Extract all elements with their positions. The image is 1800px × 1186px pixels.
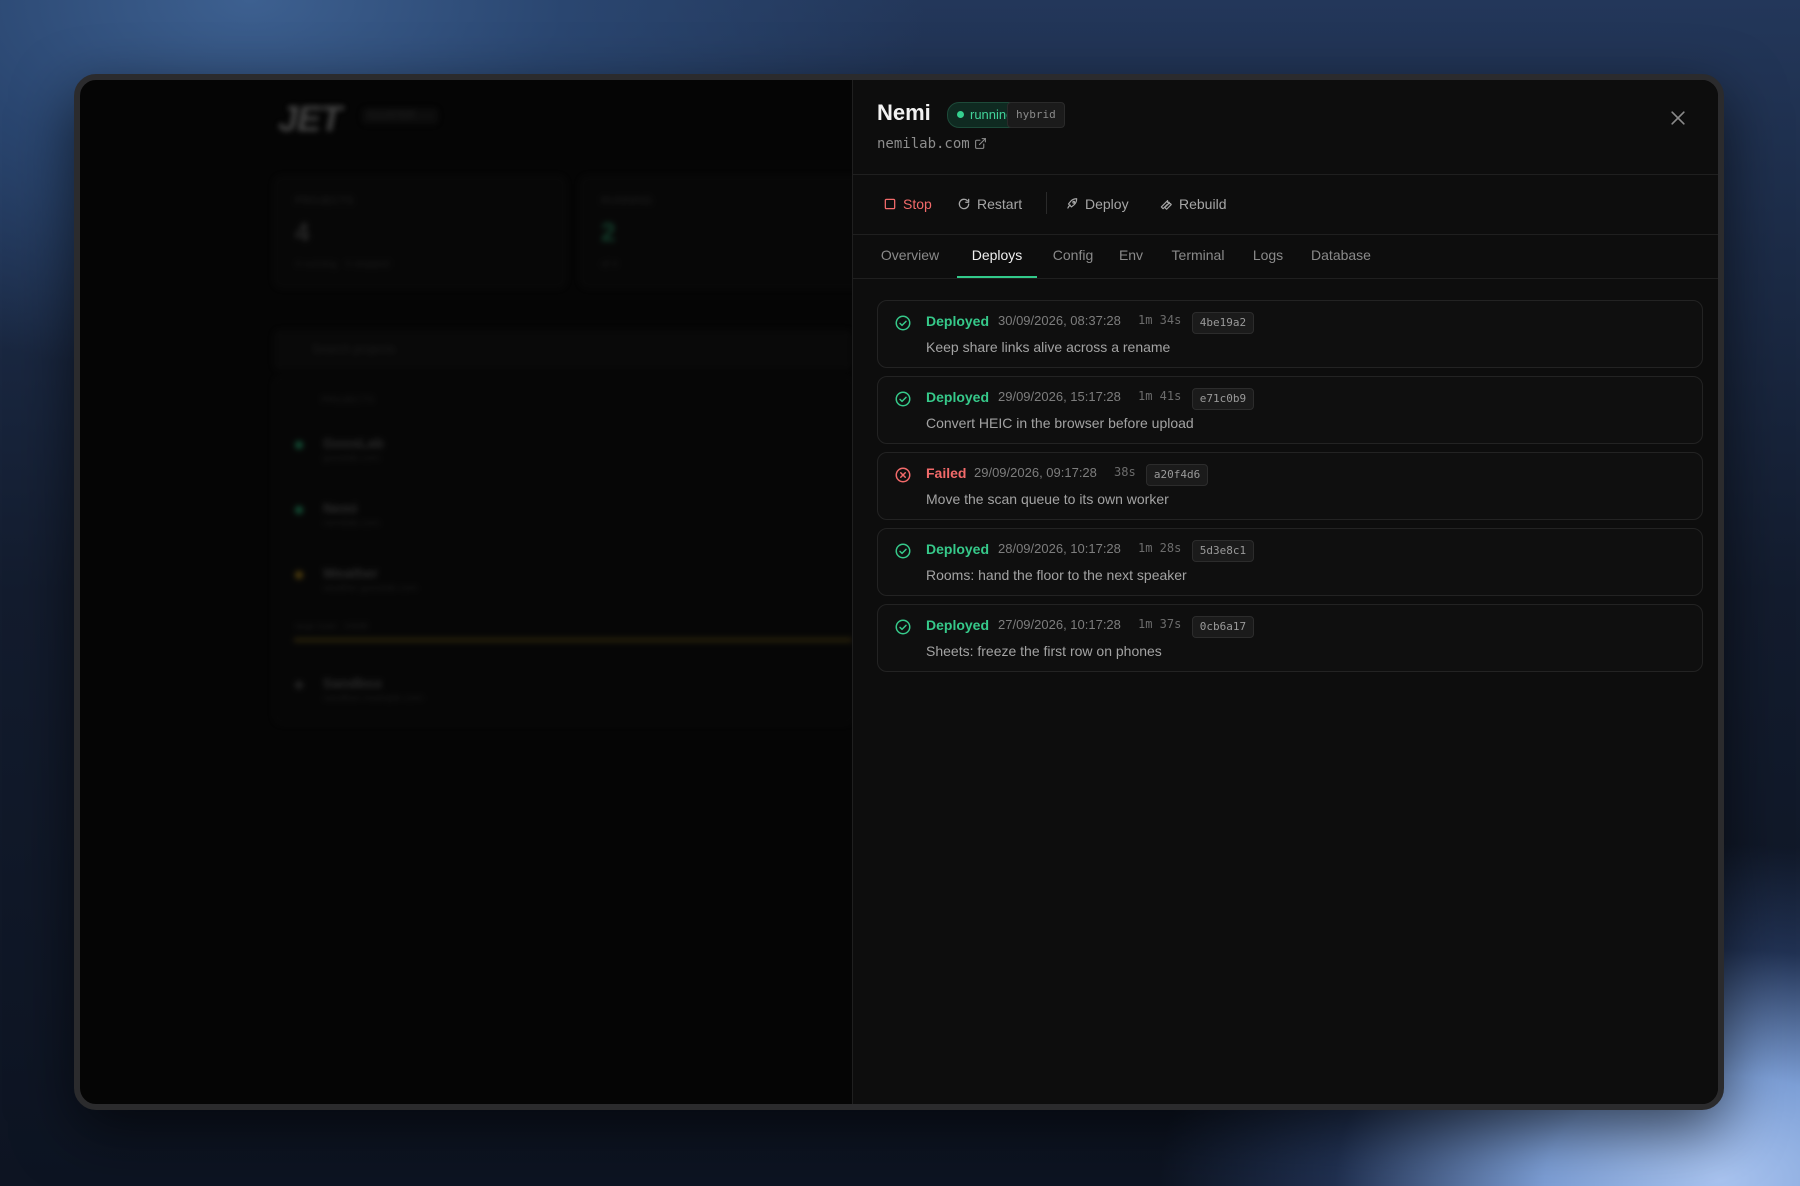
close-icon[interactable]	[1668, 108, 1688, 128]
action-divider	[1046, 192, 1047, 214]
check-circle-icon	[894, 390, 912, 413]
check-circle-icon	[894, 618, 912, 641]
stop-icon	[884, 198, 896, 210]
project-domain: gooslab.com	[323, 453, 380, 464]
commit-hash-badge: 0cb6a17	[1191, 616, 1255, 638]
stat-value: 2	[601, 217, 616, 247]
domain-text: nemilab.com	[877, 136, 970, 152]
tab-env[interactable]: Env	[1109, 234, 1153, 278]
project-name: Sandbox	[323, 675, 383, 691]
check-circle-icon	[894, 314, 912, 337]
tab-overview[interactable]: Overview	[867, 234, 953, 278]
deploy-status: Deployed	[926, 313, 990, 329]
tab-terminal[interactable]: Terminal	[1159, 234, 1237, 278]
project-domain-link[interactable]: nemilab.com	[877, 136, 987, 152]
deploy-row[interactable]: Deployed 29/09/2026, 15:17:28 1m 41s e71c0b…	[877, 376, 1703, 444]
build-progress-bar	[294, 638, 852, 642]
stop-label: Stop	[903, 196, 932, 212]
commit-message: Move the scan queue to its own worker	[926, 491, 1169, 507]
deploy-status: Deployed	[926, 389, 990, 405]
deploy-duration: 1m 34s	[1138, 313, 1182, 327]
deploy-timestamp: 30/09/2026, 08:37:28	[998, 313, 1121, 328]
status-dot	[957, 111, 964, 118]
progress-label: large build · 64MB	[295, 621, 369, 631]
mode-badge: hybrid	[1007, 102, 1065, 128]
deploy-row[interactable]: Deployed 27/09/2026, 10:17:28 1m 37s 0cb6a1…	[877, 604, 1703, 672]
status-dot	[295, 571, 303, 579]
tab-bar: Overview Deploys Config Env Terminal Log…	[853, 234, 1718, 279]
app-logo: JET	[278, 98, 342, 139]
status-dot	[295, 506, 303, 514]
deploy-label: Deploy	[1085, 196, 1129, 212]
commit-message: Rooms: hand the floor to the next speake…	[926, 567, 1187, 583]
deploy-timestamp: 28/09/2026, 10:17:28	[998, 541, 1121, 556]
list-header: PROJECTS	[321, 395, 375, 406]
deploy-status: Deployed	[926, 617, 990, 633]
deploy-duration: 1m 28s	[1138, 541, 1182, 555]
tab-database[interactable]: Database	[1299, 234, 1383, 278]
status-dot	[295, 441, 303, 449]
commit-message: Sheets: freeze the first row on phones	[926, 643, 1162, 659]
stat-card-projects: PROJECTS 4 4 running · 0 stopped	[274, 176, 566, 288]
project-search: Search projects	[274, 330, 852, 370]
deploy-duration: 38s	[1114, 465, 1136, 479]
external-link-icon	[974, 138, 986, 149]
cluster-chip: CLUSTER	[362, 108, 438, 124]
stat-label: PROJECTS	[295, 195, 354, 207]
rocket-icon	[1067, 198, 1078, 209]
deploy-row[interactable]: Failed 29/09/2026, 09:17:28 38s a20f4d6 Move…	[877, 452, 1703, 520]
rebuild-label: Rebuild	[1179, 196, 1227, 212]
commit-hash-badge: 5d3e8c1	[1191, 540, 1255, 562]
restart-icon	[958, 198, 970, 210]
project-name: Nemi	[323, 500, 358, 516]
check-circle-icon	[894, 542, 912, 565]
stat-sub: 4 running · 0 stopped	[295, 259, 390, 270]
tab-config[interactable]: Config	[1043, 234, 1103, 278]
commit-message: Convert HEIC in the browser before uploa…	[926, 415, 1194, 431]
tab-deploys[interactable]: Deploys	[957, 234, 1037, 278]
project-domain: weather.gooslab.com	[323, 583, 418, 594]
status-dot	[295, 681, 303, 689]
commit-hash-badge: a20f4d6	[1145, 464, 1209, 486]
deploy-row[interactable]: Deployed 28/09/2026, 10:17:28 1m 28s 5d3e8c…	[877, 528, 1703, 596]
drawer-header: Nemi running hybrid nemilab.com	[853, 80, 1718, 175]
x-circle-icon	[894, 466, 912, 489]
project-list: PROJECTS GoosLab gooslab.com Nemi nemila…	[274, 376, 854, 724]
stat-sub: of 4	[601, 259, 618, 270]
deploy-timestamp: 27/09/2026, 10:17:28	[998, 617, 1121, 632]
action-bar: Stop Restart Deploy Rebuild	[853, 174, 1718, 235]
project-name: GoosLab	[323, 435, 384, 451]
deploy-row[interactable]: Deployed 30/09/2026, 08:37:28 1m 34s 4be19a…	[877, 300, 1703, 368]
project-drawer: Nemi running hybrid nemilab.com Stop Res…	[852, 80, 1718, 1104]
commit-message: Keep share links alive across a rename	[926, 339, 1171, 355]
stop-button[interactable]: Stop	[883, 194, 932, 214]
wrench-icon	[1160, 200, 1172, 210]
restart-button[interactable]: Restart	[957, 194, 1022, 214]
deploy-status: Failed	[926, 465, 967, 481]
commit-hash-badge: e71c0b9	[1191, 388, 1255, 410]
search-placeholder: Search projects	[312, 342, 396, 356]
restart-label: Restart	[977, 196, 1023, 212]
deploy-duration: 1m 37s	[1138, 617, 1182, 631]
deploy-timestamp: 29/09/2026, 15:17:28	[998, 389, 1121, 404]
rebuild-button[interactable]: Rebuild	[1159, 194, 1226, 214]
background-dashboard: JET CLUSTER PROJECTS 4 4 running · 0 sto…	[80, 80, 872, 1104]
project-domain: sandbox.example.com	[323, 693, 424, 704]
stat-card-running: RUNNING 2 of 4	[580, 176, 872, 288]
deploy-duration: 1m 41s	[1138, 389, 1182, 403]
deploy-status: Deployed	[926, 541, 990, 557]
project-title: Nemi	[877, 100, 931, 125]
deploy-timestamp: 29/09/2026, 09:17:28	[974, 465, 1097, 480]
deploy-button[interactable]: Deploy	[1065, 194, 1129, 214]
tab-logs[interactable]: Logs	[1243, 234, 1293, 278]
app-window: JET CLUSTER PROJECTS 4 4 running · 0 sto…	[74, 74, 1724, 1110]
commit-hash-badge: 4be19a2	[1191, 312, 1255, 334]
project-name: Weather	[323, 565, 378, 581]
stat-label: RUNNING	[601, 195, 653, 207]
project-domain: nemilab.com	[323, 518, 380, 529]
stat-value: 4	[295, 217, 310, 247]
